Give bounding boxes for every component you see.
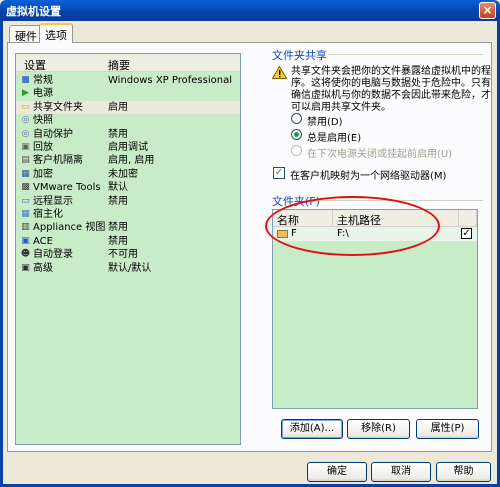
radio-always-enabled-label[interactable]: 总是启用(E) [307,129,361,144]
settings-row-name: ACE [33,235,53,247]
settings-row[interactable]: ▦ 加密 未加密 [16,168,240,181]
column-header-summary[interactable]: 摘要 [108,57,130,73]
close-button[interactable]: × [479,2,496,19]
folder-icon: ▭ [21,101,30,112]
settings-row-name: 电源 [33,88,53,100]
unity-icon: ▦ [21,209,30,219]
settings-row-summary: 禁用 [108,235,128,247]
advanced-icon: ▣ [21,262,30,273]
cancel-button[interactable]: 取消 [371,462,431,482]
folder-icon [277,230,288,238]
settings-row[interactable]: ▥ Appliance 视图 禁用 [16,221,240,234]
remote-display-icon: ▭ [21,195,30,206]
map-drive-checkbox[interactable]: ✓ [273,167,285,179]
settings-row-summary: Windows XP Professional [108,75,232,86]
folder-path: F:\ [337,228,349,239]
settings-row[interactable]: ◎ 快照 [16,114,240,127]
settings-row-name: 加密 [33,168,53,180]
encryption-icon: ▦ [21,168,30,179]
appliance-view-icon: ▥ [21,222,30,233]
isolation-icon: ▤ [21,155,30,166]
settings-row-summary: 禁用 [108,222,128,234]
settings-row-name: Appliance 视图 [33,222,106,234]
settings-row[interactable]: ▦ 宿主化 [16,208,240,221]
autologon-icon: ☻ [20,249,31,260]
folders-group-title: 文件夹(F) [270,193,322,209]
folders-header-enabled[interactable] [459,210,477,227]
settings-row[interactable]: ▭ 远程显示 禁用 [16,195,240,208]
autoprotect-icon: ◎ [21,128,30,139]
general-icon: ■ [21,75,30,85]
help-button[interactable]: 帮助 [436,462,491,482]
vmware-tools-icon: ▩ [21,182,30,193]
settings-row[interactable]: ☻ 自动登录 不可用 [16,248,240,261]
settings-row-name: 回放 [33,142,53,153]
divider [313,200,483,201]
divider [328,54,483,55]
settings-row[interactable]: ■ 常规 Windows XP Professional [16,74,240,87]
settings-row-name: 自动保护 [33,128,73,140]
settings-row[interactable]: ▤ 客户机隔离 启用, 启用 [16,154,240,167]
settings-row-name: 自动登录 [33,249,73,261]
replay-icon: ▣ [21,142,30,152]
folder-row[interactable]: F F:\ ✓ [273,227,477,241]
power-icon: ▶ [22,88,29,99]
settings-row-summary: 启用 [108,101,128,113]
settings-row-name: 宿主化 [33,209,63,220]
snapshot-icon: ◎ [21,115,30,126]
radio-disabled[interactable] [291,113,302,124]
settings-row-name: 常规 [33,75,53,86]
settings-row-name: 快照 [33,115,53,127]
list-header: 设置 摘要 [16,54,240,72]
settings-row-summary: 禁用 [108,128,128,140]
map-drive-label[interactable]: 在客户机映射为一个网络驱动器(M) [290,167,446,182]
settings-row-summary: 启用, 启用 [108,155,155,167]
remove-folder-button[interactable]: 移除(R) [347,419,410,439]
settings-row[interactable]: ▶ 电源 [16,87,240,100]
settings-row-summary: 默认 [108,182,128,194]
settings-row[interactable]: ◎ 自动保护 禁用 [16,128,240,141]
folders-header-path[interactable]: 主机路径 [333,210,459,227]
warning-icon [272,66,287,79]
settings-row-name: 共享文件夹 [33,101,83,113]
settings-row-summary: 未加密 [108,168,138,180]
folder-enabled-checkbox[interactable]: ✓ [461,228,472,239]
radio-until-poweroff-label: 在下次电源关闭或挂起前启用(U) [307,149,453,160]
settings-row-summary: 启用调试 [108,142,148,153]
settings-row-summary: 不可用 [108,249,138,261]
options-panel: 设置 摘要 ■ 常规 Windows XP Professional ▶ 电源 ▭ 共享文件… [7,42,492,452]
settings-row-summary: 禁用 [108,195,128,207]
settings-row-name: 客户机隔离 [33,155,83,167]
radio-disabled-label[interactable]: 禁用(D) [307,113,343,128]
ok-button[interactable]: 确定 [307,462,367,482]
folders-table: 名称 主机路径 F F:\ ✓ [272,209,478,409]
settings-row[interactable]: ▣ ACE 禁用 [16,235,240,248]
settings-row[interactable]: ▩ VMware Tools 默认 [16,181,240,194]
settings-row[interactable]: ▭ 共享文件夹 启用 [16,100,240,114]
folder-name: F [291,228,297,239]
title-bar: 虚拟机设置 × [0,0,500,21]
ace-icon: ▣ [21,235,30,246]
settings-row[interactable]: ▣ 高级 默认/默认 [16,262,240,275]
settings-list: 设置 摘要 ■ 常规 Windows XP Professional ▶ 电源 ▭ 共享文件… [15,53,241,445]
add-folder-button[interactable]: 添加(A)... [281,419,343,439]
radio-always-enabled[interactable] [291,129,302,140]
folder-properties-button[interactable]: 属性(P) [416,419,479,439]
radio-until-poweroff [291,145,302,156]
settings-row-summary: 默认/默认 [108,262,152,274]
column-header-setting[interactable]: 设置 [24,57,46,73]
settings-row-name: 远程显示 [33,195,73,207]
tab-hardware[interactable]: 硬件 [9,25,43,43]
sharing-warning-text: 共享文件夹会把你的文件暴露给虚拟机中的程序。这将使你的电脑与数据处于危险中。只有… [291,66,491,113]
settings-row[interactable]: ▣ 回放 启用调试 [16,141,240,154]
settings-row-name: VMware Tools [33,182,101,194]
sharing-group-title: 文件夹共享 [270,47,329,63]
tab-options[interactable]: 选项 [39,23,73,43]
settings-row-name: 高级 [33,262,53,274]
window-title: 虚拟机设置 [6,5,61,18]
folders-header-name[interactable]: 名称 [273,210,333,227]
